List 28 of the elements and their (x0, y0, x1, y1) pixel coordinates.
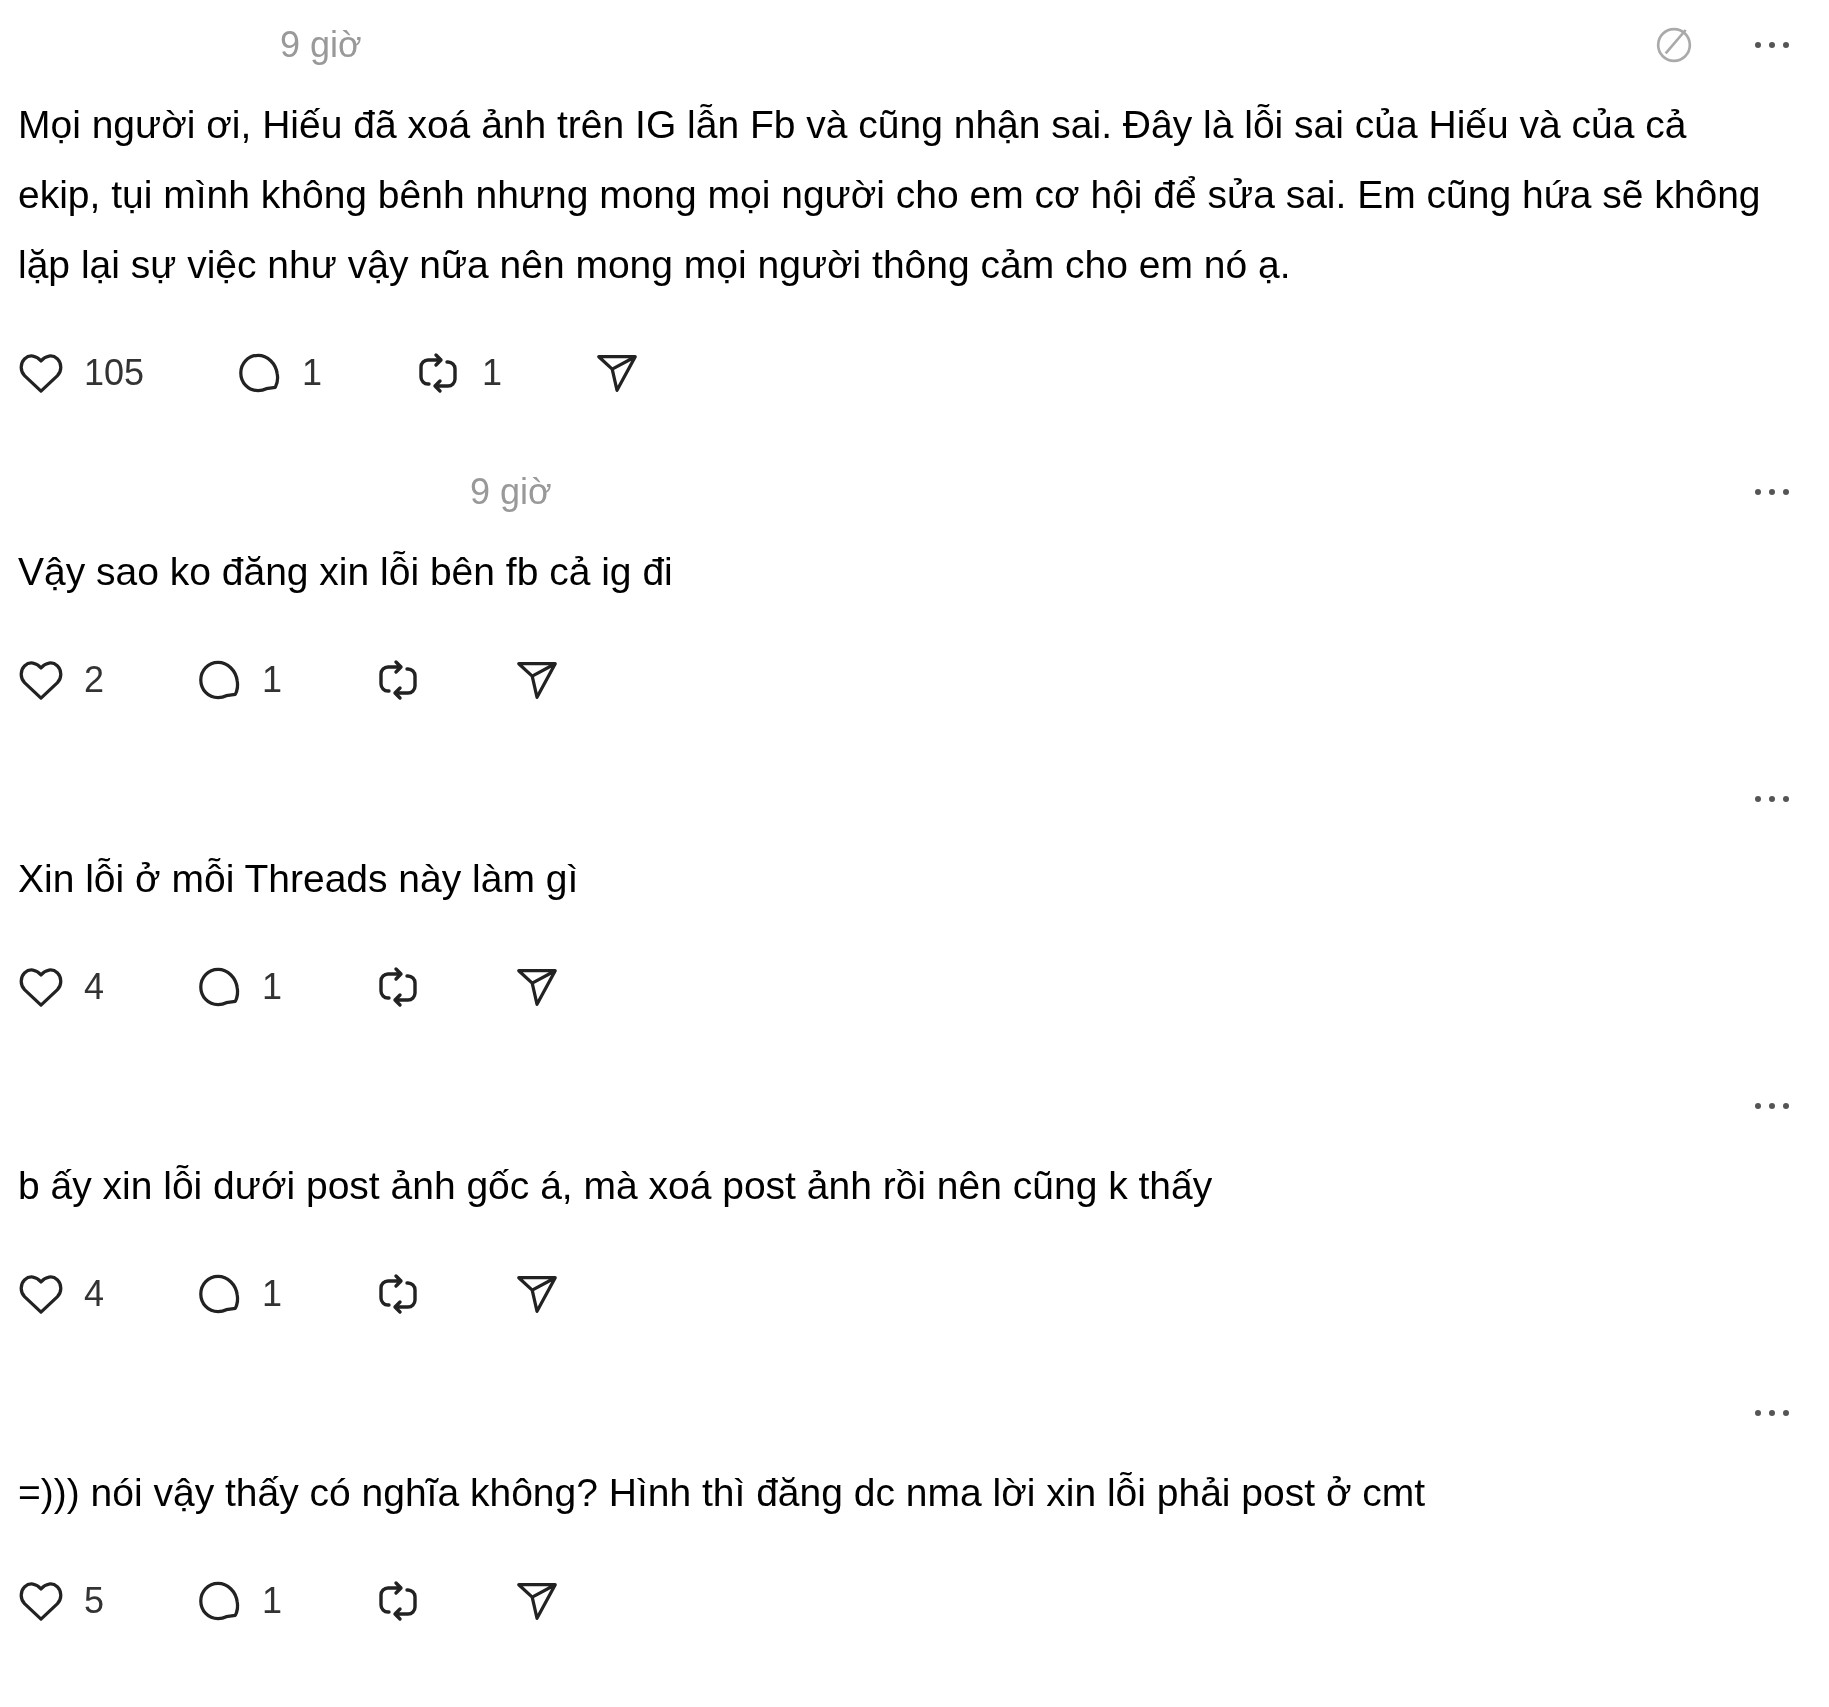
timestamp: 9 giờ (470, 470, 552, 514)
reply-button[interactable]: 1 (196, 1271, 283, 1317)
heart-icon (18, 659, 64, 701)
more-icon (1754, 1102, 1790, 1110)
like-button[interactable]: 2 (18, 659, 105, 701)
repost-button[interactable]: 1 (414, 349, 503, 397)
more-icon (1754, 795, 1790, 803)
heart-icon (18, 352, 64, 394)
heart-icon (18, 1580, 64, 1622)
more-icon (1754, 41, 1790, 49)
comment-text: b ấy xin lỗi dưới post ảnh gốc á, mà xoá post ảnh rồi nên cũng k thấy (18, 1163, 1214, 1209)
reply-button[interactable]: 1 (196, 964, 283, 1010)
like-button[interactable]: 5 (18, 1580, 105, 1622)
reply-button[interactable]: 1 (196, 1578, 283, 1624)
comment-text: Mọi người ơi, Hiếu đã xoá ảnh trên IG lẫn Fb và cũng nhận sai. Đây là lỗi sai của Hiếu và của cả ekip, tụi mình không bênh nhưng mong mọi người cho em cơ hội để sửa sai. Em cũng hứa sẽ không lặp lại sự việc như vậy nữa nên mong mọi người thông cảm cho em nó ạ. (18, 102, 1762, 288)
comment-text: Xin lỗi ở mỗi Threads này làm gì (18, 856, 580, 902)
comment-text: =))) nói vậy thấy có nghĩa không? Hình thì đăng dc nma lời xin lỗi phải post ở cmt (18, 1470, 1427, 1516)
reply-button[interactable]: 1 (236, 350, 323, 396)
reply-button[interactable]: 1 (196, 657, 283, 703)
like-button[interactable]: 4 (18, 966, 105, 1008)
timestamp: 9 giờ (280, 23, 362, 67)
more-icon (1754, 488, 1790, 496)
heart-icon (18, 966, 64, 1008)
like-button[interactable]: 4 (18, 1273, 105, 1315)
comment-text: Vậy sao ko đăng xin lỗi bên fb cả ig đi (18, 549, 674, 595)
heart-icon (18, 1273, 64, 1315)
more-icon (1754, 1409, 1790, 1417)
like-button[interactable]: 105 (18, 352, 145, 394)
